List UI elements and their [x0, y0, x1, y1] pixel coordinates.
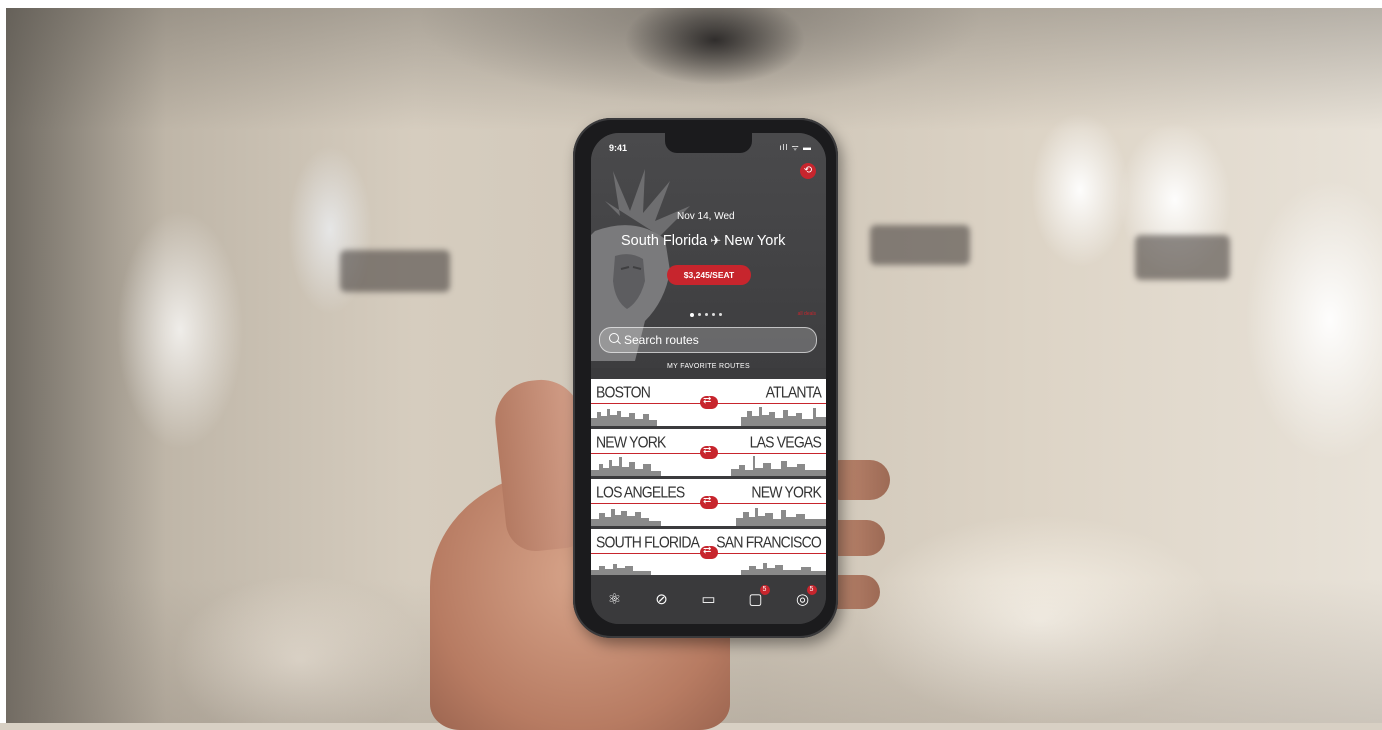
route-card[interactable]: BOSTON ATLANTA: [591, 379, 826, 426]
carousel-dot[interactable]: [705, 313, 708, 316]
search-placeholder: Search routes: [624, 333, 699, 347]
image-border-left: [0, 0, 6, 723]
tab-explore[interactable]: ⚛: [604, 589, 626, 611]
hero-route: South Florida ✈ New York: [621, 233, 785, 249]
plane-icon: ✈: [710, 233, 722, 248]
tab-flights[interactable]: ⊘: [651, 589, 673, 611]
ceiling-mount: [585, 0, 845, 120]
skyline-image: [591, 563, 826, 576]
profile-badge: 5: [806, 584, 817, 595]
status-time: 9:41: [609, 143, 628, 153]
carousel-dot[interactable]: [698, 313, 701, 316]
tab-messages[interactable]: ▢ 5: [745, 584, 770, 611]
tab-profile[interactable]: ◎ 5: [792, 584, 817, 611]
route-card[interactable]: LOS ANGELES NEW YORK: [591, 479, 826, 526]
skyline-image: [591, 407, 826, 426]
carousel-dot[interactable]: [719, 313, 722, 316]
messages-badge: 5: [759, 584, 770, 595]
carousel-dots[interactable]: [690, 312, 722, 317]
price-per-seat-button[interactable]: $3,245/SEAT: [667, 265, 751, 285]
briefcase-icon: ▭: [701, 590, 716, 608]
image-border-top: [0, 0, 1382, 8]
all-deals-link[interactable]: all deals: [798, 311, 816, 317]
route-destination: SAN FRANCISCO: [716, 533, 822, 551]
destination-city: New York: [724, 233, 786, 249]
phone-notch: [665, 133, 752, 153]
route-origin: LOS ANGELES: [596, 483, 685, 501]
favorite-routes-header: MY FAVORITE ROUTES: [667, 363, 750, 370]
flight-date: Nov 14, Wed: [677, 211, 735, 222]
cabin-panel: [1135, 235, 1230, 280]
route-origin: BOSTON: [596, 383, 651, 401]
carousel-dot[interactable]: [690, 312, 694, 317]
skyline-image: [591, 456, 826, 476]
route-origin: NEW YORK: [596, 433, 666, 451]
route-card[interactable]: NEW YORK LAS VEGAS: [591, 429, 826, 476]
atom-icon: ⚛: [607, 590, 622, 608]
carousel-dot[interactable]: [712, 313, 715, 316]
route-destination: ATLANTA: [765, 383, 822, 401]
tab-bar: ⚛ ⊘ ▭ ▢ 5 ◎ 5: [591, 575, 826, 624]
cabin-panel: [870, 225, 970, 265]
route-destination: NEW YORK: [751, 483, 821, 501]
status-icons: ıll ᯤ ▬: [779, 143, 812, 152]
cabin-panel: [340, 250, 450, 292]
swap-direction-button[interactable]: ⟲: [800, 163, 816, 179]
route-card[interactable]: SOUTH FLORIDA SAN FRANCISCO: [591, 529, 826, 576]
search-input[interactable]: Search routes: [599, 327, 817, 353]
flight-icon: ⊘: [655, 590, 668, 608]
favorite-routes-list: BOSTON ATLANTA NEW YORK LAS VEGAS LOS AN…: [591, 379, 826, 579]
skyline-image: [591, 508, 826, 526]
tab-trips[interactable]: ▭: [698, 589, 720, 611]
route-destination: LAS VEGAS: [749, 433, 822, 451]
search-icon: [609, 333, 619, 343]
phone-screen: 9:41 ıll ᯤ ▬ ⟲ Nov 14, Wed South Florida…: [591, 133, 826, 624]
route-origin: SOUTH FLORIDA: [596, 533, 700, 551]
origin-city: South Florida: [621, 233, 708, 249]
